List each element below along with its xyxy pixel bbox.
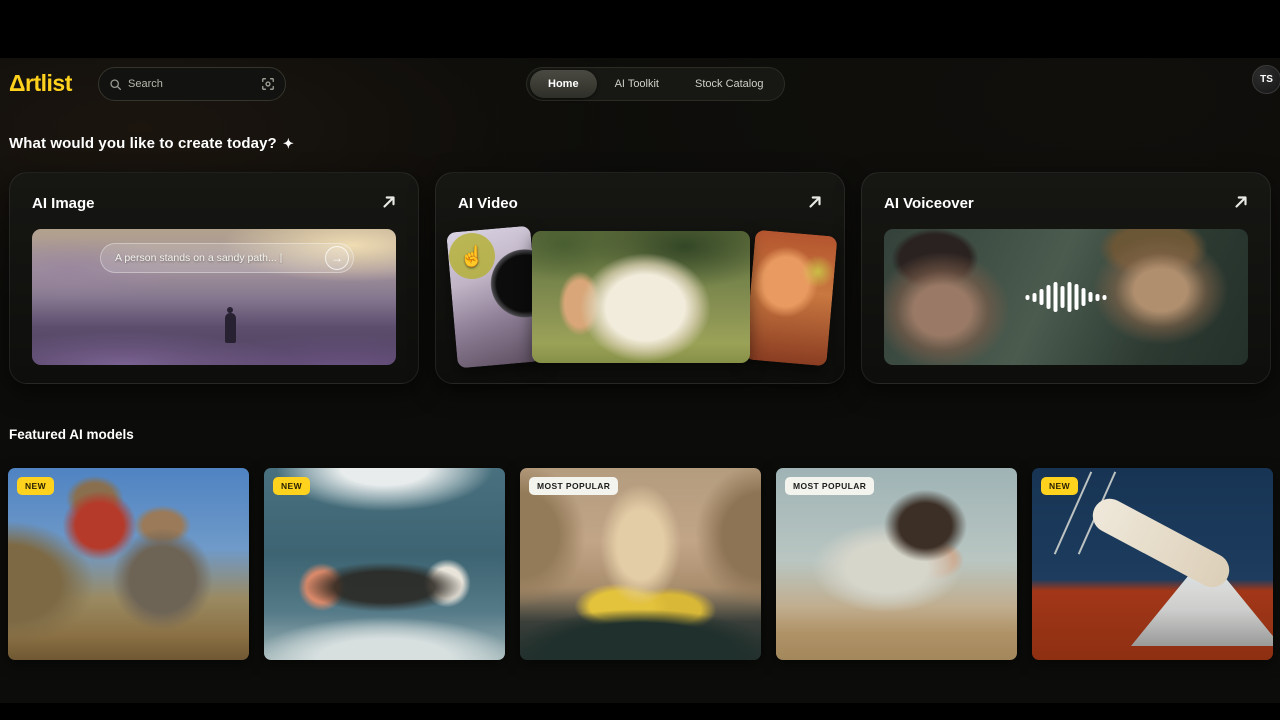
card-ai-video[interactable]: AI Video ☝ <box>435 172 845 384</box>
header: Δrtlist Home AI Toolkit Stock Catalog TS <box>0 62 1280 108</box>
waveform-icon <box>1026 282 1107 312</box>
tab-ai-toolkit[interactable]: AI Toolkit <box>597 70 677 98</box>
card-title: AI Video <box>458 195 518 212</box>
swinging-person <box>1087 493 1235 593</box>
card-ai-voiceover[interactable]: AI Voiceover <box>861 172 1271 384</box>
arrow-up-right-icon[interactable] <box>806 193 824 211</box>
card-ai-image[interactable]: AI Image A person stands on a sandy path… <box>9 172 419 384</box>
search-icon <box>109 78 122 91</box>
tab-stock-catalog[interactable]: Stock Catalog <box>677 70 781 98</box>
prompt-input[interactable]: A person stands on a sandy path... | → <box>100 243 354 273</box>
badge-most-popular: MOST POPULAR <box>529 477 618 495</box>
featured-models-heading: Featured AI models <box>9 427 134 442</box>
sparkle-icon: ✦ <box>283 136 294 152</box>
arrow-up-right-icon[interactable] <box>1232 193 1250 211</box>
ai-image-preview: A person stands on a sandy path... | → <box>32 229 396 365</box>
card-title: AI Image <box>32 195 95 212</box>
model-card-banana-car[interactable]: MOST POPULAR <box>520 468 761 660</box>
prompt-submit-button[interactable]: → <box>325 246 349 270</box>
search-input[interactable] <box>128 78 255 90</box>
card-title: AI Voiceover <box>884 195 974 212</box>
user-avatar[interactable]: TS <box>1252 65 1280 94</box>
model-card-flying-man[interactable]: MOST POPULAR <box>776 468 1017 660</box>
page: Δrtlist Home AI Toolkit Stock Catalog TS… <box>0 0 1280 720</box>
model-card-chandelier-clouds[interactable]: NEW <box>264 468 505 660</box>
hero-heading: What would you like to create today? ✦ <box>9 135 294 152</box>
hero-title: What would you like to create today? <box>9 135 277 152</box>
click-cursor-indicator: ☝ <box>449 233 495 279</box>
arrow-up-right-icon[interactable] <box>380 193 398 211</box>
search-bar[interactable] <box>98 67 286 101</box>
tab-home[interactable]: Home <box>530 70 597 98</box>
badge-most-popular: MOST POPULAR <box>785 477 874 495</box>
video-thumb-dog-running[interactable] <box>532 231 750 363</box>
hand-pointer-icon: ☝ <box>460 244 485 269</box>
main-nav: Home AI Toolkit Stock Catalog <box>526 67 785 101</box>
image-search-icon[interactable] <box>261 77 275 91</box>
model-card-swing-mountain[interactable]: NEW <box>1032 468 1273 660</box>
video-thumb-woman-on-phone[interactable] <box>744 230 837 367</box>
person-silhouette <box>225 313 236 343</box>
badge-new: NEW <box>1041 477 1078 495</box>
artlist-logo[interactable]: Δrtlist <box>9 70 72 97</box>
model-card-kids-bike[interactable]: NEW <box>8 468 249 660</box>
badge-new: NEW <box>17 477 54 495</box>
badge-new: NEW <box>273 477 310 495</box>
ai-voiceover-preview <box>884 229 1248 365</box>
prompt-text: A person stands on a sandy path... | <box>115 252 325 264</box>
